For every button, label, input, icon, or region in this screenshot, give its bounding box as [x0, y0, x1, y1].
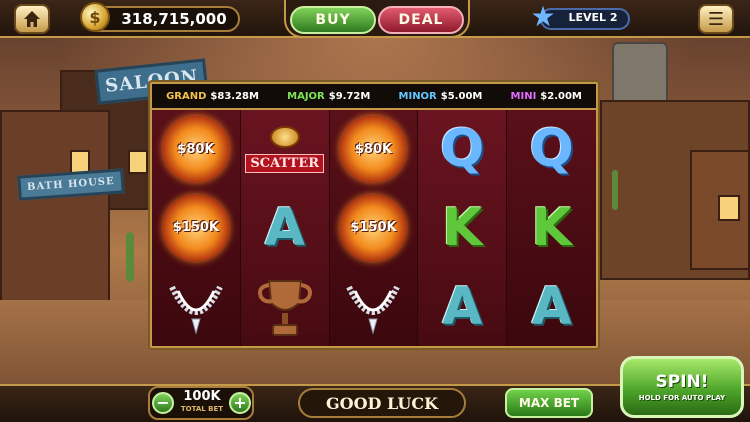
reel-cell: Q [507, 110, 596, 189]
reel-cell: Q [418, 110, 506, 189]
water-tower [612, 42, 668, 102]
status-message: GOOD LUCK [298, 388, 466, 418]
jackpot-major: MAJOR $9.72M [287, 91, 370, 102]
decrease-bet-button[interactable]: − [152, 392, 174, 414]
jackpot-name: MINOR [398, 90, 437, 102]
reel-3: $80K $150K [329, 110, 419, 346]
jackpot-value: $2.00M [540, 90, 582, 102]
letter-a-symbol: A [264, 197, 305, 258]
letter-a-symbol: A [531, 276, 572, 337]
increase-bet-button[interactable]: + [229, 392, 251, 414]
fireball-symbol: $80K [340, 116, 407, 183]
fireball-symbol: $150K [162, 194, 229, 261]
buy-button[interactable]: BUY [290, 6, 376, 34]
jackpot-name: GRAND [166, 90, 207, 102]
letter-a-symbol: A [442, 276, 483, 337]
scatter-label: SCATTER [245, 153, 325, 173]
letter-q-symbol: Q [440, 119, 485, 180]
jackpot-value: $5.00M [440, 90, 483, 102]
reel-5: Q K A [507, 110, 596, 346]
reel-cell: K [507, 189, 596, 268]
jackpot-name: MAJOR [287, 90, 325, 102]
bath-house-building [0, 110, 110, 330]
fireball-symbol: $150K [340, 194, 407, 261]
necklace-symbol [169, 285, 223, 335]
menu-icon: ☰ [707, 8, 725, 30]
max-bet-button[interactable]: MAX BET [505, 388, 593, 418]
jackpot-value: $83.28M [210, 90, 259, 102]
reel-cell: $150K [152, 189, 240, 268]
spin-button[interactable]: SPIN! HOLD FOR AUTO PLAY [620, 356, 744, 418]
level-label: LEVEL 2 [568, 11, 618, 24]
reel-cell: A [507, 267, 596, 346]
reel-1: $80K $150K [152, 110, 241, 346]
reel-4: Q K A [418, 110, 508, 346]
reel-cell: $80K [152, 110, 240, 189]
building-window [128, 150, 148, 174]
scatter-symbol: SCATTER [245, 125, 325, 173]
jackpot-mini: MINI $2.00M [511, 91, 582, 102]
home-icon [24, 11, 40, 27]
reel-cell: K [418, 189, 506, 268]
star-icon: ★ [530, 0, 556, 33]
letter-k-symbol: K [531, 197, 572, 258]
reel-grid: $80K $150K SCATTER A $80K $150K Q K A Q … [152, 110, 596, 346]
scatter-coin-icon [269, 125, 300, 148]
reel-cell: $150K [330, 189, 418, 268]
total-bet-value: 100K [183, 389, 221, 404]
building-window [718, 195, 740, 221]
deal-button[interactable]: DEAL [378, 6, 464, 34]
home-button[interactable] [14, 4, 50, 34]
reel-cell [152, 267, 240, 346]
jackpot-grand: GRAND $83.28M [166, 91, 259, 102]
necklace-symbol [346, 285, 401, 335]
reel-cell [330, 267, 418, 346]
spin-label: SPIN! [655, 372, 709, 392]
jackpot-bar: GRAND $83.28M MAJOR $9.72M MINOR $5.00M … [152, 84, 596, 108]
reel-cell: SCATTER [241, 110, 329, 189]
cactus [126, 232, 134, 282]
reel-cell [241, 267, 329, 346]
jackpot-minor: MINOR $5.00M [399, 91, 483, 102]
reel-cell: $80K [330, 110, 418, 189]
spin-sublabel: HOLD FOR AUTO PLAY [638, 394, 726, 402]
cactus [612, 170, 618, 210]
reel-cell: A [241, 189, 329, 268]
jackpot-value: $9.72M [328, 90, 371, 102]
jackpot-name: MINI [510, 90, 537, 102]
letter-q-symbol: Q [529, 119, 574, 180]
reel-2: SCATTER A [240, 110, 330, 346]
trophy-symbol [257, 279, 312, 336]
coin-icon: $ [80, 2, 110, 32]
letter-k-symbol: K [442, 197, 483, 258]
coin-balance: 318,715,000 [121, 10, 227, 28]
total-bet-label: TOTAL BET [180, 405, 224, 413]
reel-cell: A [418, 267, 506, 346]
fireball-symbol: $80K [162, 116, 229, 183]
menu-button[interactable]: ☰ [698, 4, 734, 34]
